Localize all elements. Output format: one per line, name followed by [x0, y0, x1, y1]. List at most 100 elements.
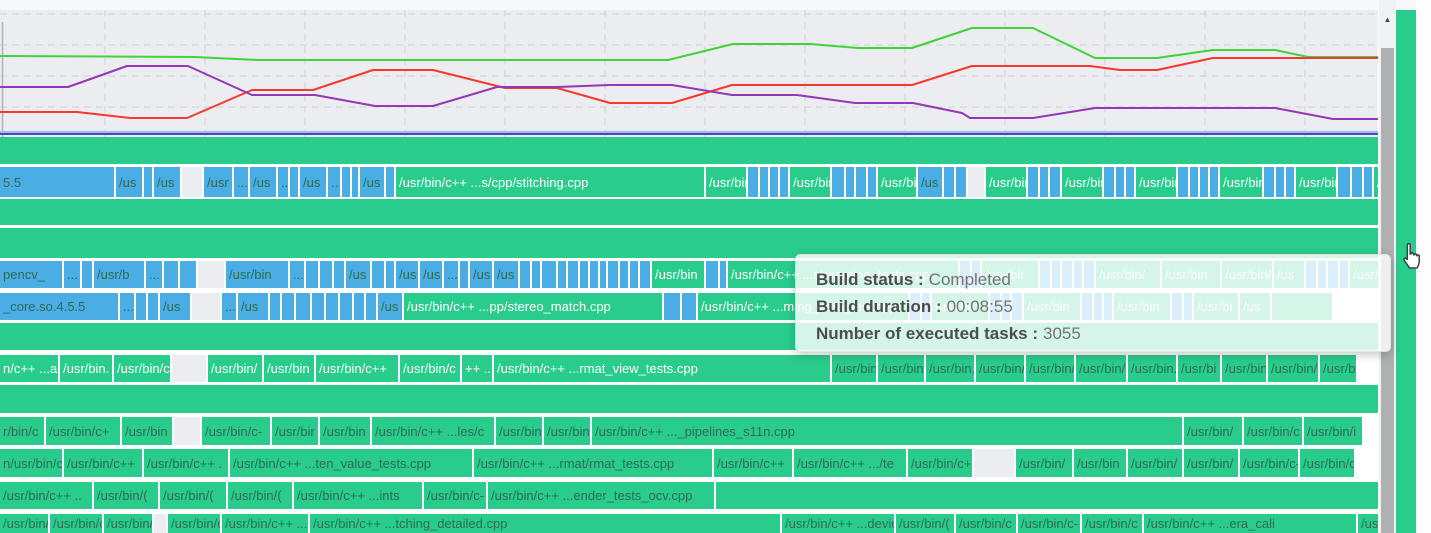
- task-block[interactable]: [580, 261, 588, 288]
- task-block[interactable]: [340, 293, 352, 320]
- task-block[interactable]: [1276, 167, 1284, 197]
- task-block[interactable]: /usr/bin.: [878, 355, 924, 382]
- task-block[interactable]: /usr/bin: [1222, 355, 1266, 382]
- task-block[interactable]: [1338, 167, 1350, 197]
- task-block[interactable]: [640, 261, 650, 288]
- task-block[interactable]: n/usr/bin/c+: [0, 449, 62, 477]
- task-block[interactable]: [164, 261, 178, 288]
- task-block[interactable]: /usr/bin: [320, 417, 370, 445]
- task-block[interactable]: /usr/b: [94, 261, 144, 288]
- task-block[interactable]: /usr/bin: [1296, 167, 1336, 197]
- task-block[interactable]: ...: [444, 261, 458, 288]
- task-block[interactable]: /usr/bin/c++ ...s/cpp/stitching.cpp: [396, 167, 704, 197]
- task-block[interactable]: /usr/bin/c-: [50, 514, 102, 533]
- task-block[interactable]: /us: [420, 261, 442, 288]
- task-block[interactable]: [1040, 167, 1048, 197]
- task-block[interactable]: [354, 293, 364, 320]
- task-block[interactable]: [664, 293, 680, 320]
- task-block[interactable]: /usr/bin: [1062, 167, 1102, 197]
- task-block[interactable]: [306, 261, 318, 288]
- task-block[interactable]: /usr/bin/c: [956, 514, 1016, 533]
- task-block[interactable]: /usr/bin: [1220, 167, 1262, 197]
- task-block[interactable]: /usr/bin/c: [1076, 355, 1126, 382]
- task-block[interactable]: [148, 293, 158, 320]
- task-block[interactable]: [956, 167, 966, 197]
- task-block[interactable]: /usr/bin/c++ ...ten_value_tests.cpp: [230, 449, 472, 477]
- task-block[interactable]: /usr/bin/c++ ...rmat_view_tests.cpp: [494, 355, 830, 382]
- task-block[interactable]: ...: [222, 293, 236, 320]
- task-block[interactable]: /usr/bin/(: [228, 482, 292, 509]
- task-block[interactable]: /usr/bin/c++ ...ints: [294, 482, 422, 509]
- task-block[interactable]: [620, 261, 628, 288]
- task-block[interactable]: [630, 261, 638, 288]
- task-block[interactable]: [1286, 167, 1294, 197]
- task-block[interactable]: /usr/bin/c++ ..._pipelines_s11n.cpp: [592, 417, 1182, 445]
- task-block[interactable]: /usr/bin.: [60, 355, 112, 382]
- task-block[interactable]: /us: [494, 261, 518, 288]
- task-block[interactable]: /usr/bin/: [1184, 417, 1242, 445]
- task-block[interactable]: /usr/bin/c++ ...rmat/rmat_tests.cpp: [474, 449, 712, 477]
- task-block[interactable]: /usr/bin.: [1374, 167, 1378, 197]
- task-block[interactable]: /us: [154, 167, 180, 197]
- task-block[interactable]: /us: [300, 167, 326, 197]
- task-block[interactable]: ...: [328, 167, 340, 197]
- task-block[interactable]: [716, 482, 1378, 509]
- task-block[interactable]: [780, 167, 788, 197]
- task-block[interactable]: [846, 167, 854, 197]
- task-block[interactable]: [1050, 167, 1060, 197]
- task-block[interactable]: /usr/bin/c: [1082, 514, 1142, 533]
- task-block[interactable]: /usr/bin/c: [104, 514, 152, 533]
- task-block[interactable]: /usr/bin/c-: [424, 482, 486, 509]
- task-block[interactable]: [706, 261, 718, 288]
- task-block[interactable]: [386, 261, 394, 288]
- task-block[interactable]: /usr/b: [1320, 355, 1356, 382]
- task-block[interactable]: /usr/bin/: [208, 355, 262, 382]
- task-block[interactable]: /us: [918, 167, 942, 197]
- task-block[interactable]: /usr/bin/i: [1304, 417, 1362, 445]
- task-block[interactable]: [944, 167, 954, 197]
- task-block[interactable]: r/bin/c: [0, 417, 44, 445]
- task-block[interactable]: ...: [234, 167, 248, 197]
- task-block[interactable]: [682, 293, 696, 320]
- task-block[interactable]: [296, 293, 310, 320]
- task-block[interactable]: /usr/bin/c: [1244, 417, 1302, 445]
- task-block[interactable]: /usr/bin/c: [1300, 449, 1354, 477]
- task-block[interactable]: /usr/bin/: [1016, 449, 1072, 477]
- task-block[interactable]: /us: [346, 261, 370, 288]
- task-block[interactable]: [334, 261, 344, 288]
- task-block[interactable]: /usr/bin/c++ .: [144, 449, 228, 477]
- task-block[interactable]: /usr/bin/c++ ...ender_tests_ocv.cpp: [488, 482, 714, 509]
- task-block[interactable]: [82, 261, 92, 288]
- task-block[interactable]: [1104, 167, 1114, 197]
- task-block[interactable]: _core.so.4.5.5: [0, 293, 118, 320]
- task-block[interactable]: /usr/bin/c++: [316, 355, 398, 382]
- task-block[interactable]: /usr/bin: [264, 355, 314, 382]
- task-block[interactable]: /usr/bin/c++: [64, 449, 142, 477]
- task-block[interactable]: /usr/bir: [706, 167, 746, 197]
- task-block[interactable]: /usr/bin/c+: [908, 449, 972, 477]
- task-block[interactable]: [136, 293, 146, 320]
- task-block[interactable]: /usr/bin/c: [400, 355, 460, 382]
- task-block[interactable]: ...: [290, 261, 304, 288]
- task-block[interactable]: /usr/bin/c+: [46, 417, 120, 445]
- task-block[interactable]: [600, 261, 606, 288]
- task-block[interactable]: [290, 167, 298, 197]
- task-block[interactable]: /usr/bin: [226, 261, 288, 288]
- task-block[interactable]: [1190, 167, 1198, 197]
- task-block[interactable]: [532, 261, 540, 288]
- task-block[interactable]: /us: [250, 167, 276, 197]
- task-block[interactable]: /usr/bin/c++ ...tching_detailed.cpp: [310, 514, 780, 533]
- task-block[interactable]: /usr/bin: [496, 417, 542, 445]
- task-block[interactable]: [312, 293, 324, 320]
- task-block[interactable]: [748, 167, 758, 197]
- task-block[interactable]: pencv_: [0, 261, 62, 288]
- task-block[interactable]: [372, 261, 384, 288]
- task-block[interactable]: [1028, 167, 1038, 197]
- task-block[interactable]: /usr/bin/c++ ..: [0, 482, 92, 509]
- task-block[interactable]: /usr/bin: [1074, 449, 1126, 477]
- task-block[interactable]: [342, 167, 350, 197]
- task-block[interactable]: [770, 167, 778, 197]
- task-block[interactable]: /usr/bin/c++ .../te: [794, 449, 906, 477]
- task-block[interactable]: [568, 261, 578, 288]
- task-block[interactable]: /usr/bin/c-: [202, 417, 270, 445]
